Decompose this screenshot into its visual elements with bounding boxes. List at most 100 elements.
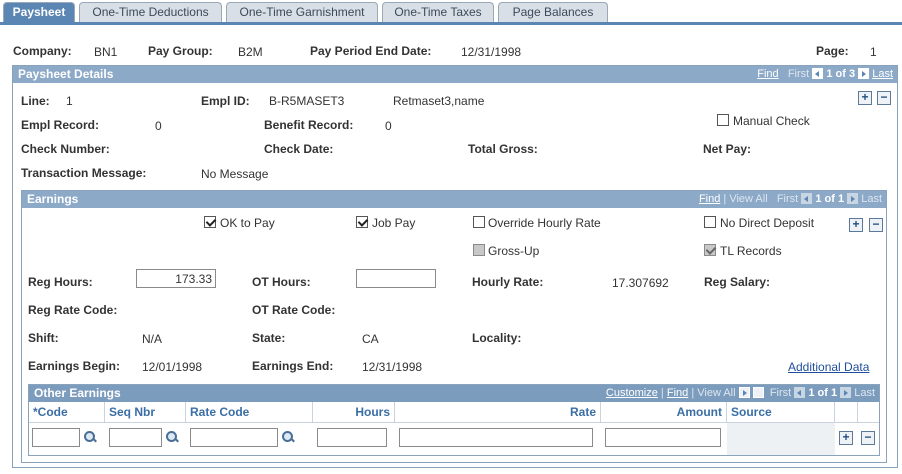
earnings-last-label: Last bbox=[861, 193, 882, 205]
other-rate-input[interactable] bbox=[399, 428, 593, 447]
paysheet-details-panel: Paysheet Details Find First 1 of 3 Last … bbox=[12, 65, 898, 468]
other-earnings-next-arrow-icon[interactable] bbox=[840, 387, 852, 398]
state-value: CA bbox=[362, 332, 379, 346]
earnings-nav: Find | View All First 1 of 1 Last bbox=[698, 193, 882, 205]
paygroup-label: Pay Group: bbox=[148, 44, 213, 58]
other-earnings-delete-row-button[interactable]: − bbox=[861, 431, 875, 445]
rate-code-lookup-icon[interactable] bbox=[281, 430, 295, 444]
no-direct-deposit-checkbox[interactable] bbox=[704, 216, 716, 228]
tab-paysheet[interactable]: Paysheet bbox=[3, 2, 75, 23]
hourly-rate-label: Hourly Rate: bbox=[472, 275, 544, 289]
col-hours-header[interactable]: Hours bbox=[313, 402, 395, 422]
col-rate-header[interactable]: Rate bbox=[395, 402, 601, 422]
col-amount-header[interactable]: Amount bbox=[601, 402, 727, 422]
company-label: Company: bbox=[13, 44, 72, 58]
other-earnings-header: Other Earnings Customize | Find | View A… bbox=[29, 385, 879, 402]
details-next-arrow-icon[interactable] bbox=[858, 68, 870, 79]
state-label: State: bbox=[252, 331, 286, 345]
reg-hours-label: Reg Hours: bbox=[28, 275, 93, 289]
details-add-row-button[interactable]: + bbox=[858, 91, 872, 105]
transaction-message-value: No Message bbox=[201, 167, 269, 181]
total-gross-label: Total Gross: bbox=[468, 142, 538, 156]
check-date-label: Check Date: bbox=[264, 142, 334, 156]
other-amount-input[interactable] bbox=[605, 428, 721, 447]
check-number-label: Check Number: bbox=[21, 142, 110, 156]
earnings-begin-label: Earnings Begin: bbox=[28, 359, 121, 373]
tab-one-time-deductions[interactable]: One-Time Deductions bbox=[79, 2, 222, 23]
other-seq-nbr-input[interactable] bbox=[109, 428, 162, 447]
gross-up-checkbox bbox=[473, 244, 485, 256]
paygroup-value: B2M bbox=[238, 45, 263, 59]
empl-record-label: Empl Record: bbox=[21, 118, 100, 132]
earnings-delete-row-button[interactable]: − bbox=[869, 218, 883, 232]
empl-record-value: 0 bbox=[155, 119, 162, 133]
other-earnings-find-link[interactable]: Find bbox=[667, 387, 688, 399]
additional-data-link[interactable]: Additional Data bbox=[788, 360, 869, 374]
other-earnings-add-row-button[interactable]: + bbox=[839, 431, 853, 445]
earnings-add-row-button[interactable]: + bbox=[849, 218, 863, 232]
earnings-prev-arrow-icon[interactable] bbox=[801, 193, 813, 204]
details-first-label: First bbox=[787, 68, 810, 80]
details-delete-row-button[interactable]: − bbox=[877, 91, 891, 105]
details-find-link[interactable]: Find bbox=[757, 68, 778, 80]
col-seq-nbr-header[interactable]: Seq Nbr bbox=[105, 402, 186, 422]
ot-hours-input[interactable] bbox=[356, 269, 436, 288]
earnings-count: 1 of 1 bbox=[815, 193, 845, 205]
emplid-label: Empl ID: bbox=[201, 94, 250, 108]
manual-check-checkbox[interactable] bbox=[717, 114, 729, 126]
other-earnings-title: Other Earnings bbox=[34, 386, 121, 400]
grid-view-icon[interactable] bbox=[752, 387, 764, 398]
earnings-title: Earnings bbox=[27, 192, 79, 206]
earnings-begin-value: 12/01/1998 bbox=[142, 360, 203, 374]
emplid-value: B-R5MASET3 bbox=[269, 94, 345, 108]
reg-hours-input[interactable] bbox=[136, 269, 216, 288]
earnings-header: Earnings Find | View All First 1 of 1 La… bbox=[22, 191, 886, 208]
details-prev-arrow-icon[interactable] bbox=[812, 68, 824, 79]
earnings-next-arrow-icon[interactable] bbox=[847, 193, 859, 204]
seq-nbr-lookup-icon[interactable] bbox=[165, 430, 179, 444]
job-pay-checkbox[interactable] bbox=[356, 216, 368, 228]
benefit-record-value: 0 bbox=[385, 119, 392, 133]
line-value: 1 bbox=[66, 94, 73, 108]
other-code-input[interactable] bbox=[32, 428, 80, 447]
col-code-header[interactable]: *Code bbox=[29, 402, 105, 422]
paysheet-details-header: Paysheet Details Find First 1 of 3 Last bbox=[13, 66, 897, 83]
ok-to-pay-checkbox[interactable] bbox=[204, 216, 216, 228]
shift-value: N/A bbox=[142, 332, 163, 346]
other-earnings-viewall[interactable]: View All bbox=[697, 387, 735, 399]
employee-name: Retmaset3,name bbox=[393, 94, 485, 108]
details-count: 1 of 3 bbox=[826, 68, 856, 80]
download-icon[interactable] bbox=[738, 387, 750, 398]
other-earnings-nav: Customize | Find | View All First 1 of 1… bbox=[605, 387, 875, 399]
benefit-record-label: Benefit Record: bbox=[264, 118, 354, 132]
customize-link[interactable]: Customize bbox=[606, 387, 658, 399]
hourly-rate-value: 17.307692 bbox=[612, 276, 669, 290]
ot-hours-label: OT Hours: bbox=[252, 275, 311, 289]
transaction-message-label: Transaction Message: bbox=[21, 166, 147, 180]
col-source-header[interactable]: Source bbox=[727, 402, 835, 422]
manual-check-label: Manual Check bbox=[733, 114, 810, 128]
reg-rate-code-label: Reg Rate Code: bbox=[28, 303, 118, 317]
reg-salary-label: Reg Salary: bbox=[704, 275, 771, 289]
other-hours-input[interactable] bbox=[317, 428, 387, 447]
code-lookup-icon[interactable] bbox=[83, 430, 97, 444]
tab-one-time-taxes[interactable]: One-Time Taxes bbox=[382, 2, 494, 23]
other-earnings-prev-arrow-icon[interactable] bbox=[794, 387, 806, 398]
tab-one-time-garnishment[interactable]: One-Time Garnishment bbox=[226, 2, 378, 23]
ok-to-pay-label: OK to Pay bbox=[220, 216, 275, 230]
override-hourly-rate-checkbox[interactable] bbox=[473, 216, 485, 228]
tl-records-label: TL Records bbox=[720, 244, 782, 258]
tab-page-balances[interactable]: Page Balances bbox=[498, 2, 608, 23]
tab-bar-underline bbox=[0, 22, 902, 25]
other-rate-code-input[interactable] bbox=[190, 428, 278, 447]
earnings-find-link[interactable]: Find bbox=[699, 193, 720, 205]
col-delete-header bbox=[858, 402, 879, 422]
no-direct-deposit-label: No Direct Deposit bbox=[720, 216, 815, 230]
details-last-link[interactable]: Last bbox=[872, 68, 893, 80]
earnings-viewall[interactable]: View All bbox=[729, 193, 767, 205]
col-rate-code-header[interactable]: Rate Code bbox=[186, 402, 313, 422]
other-earnings-last-label: Last bbox=[854, 387, 875, 399]
gross-up-label: Gross-Up bbox=[488, 244, 540, 258]
tl-records-checkbox bbox=[704, 244, 716, 256]
company-value: BN1 bbox=[94, 45, 118, 59]
